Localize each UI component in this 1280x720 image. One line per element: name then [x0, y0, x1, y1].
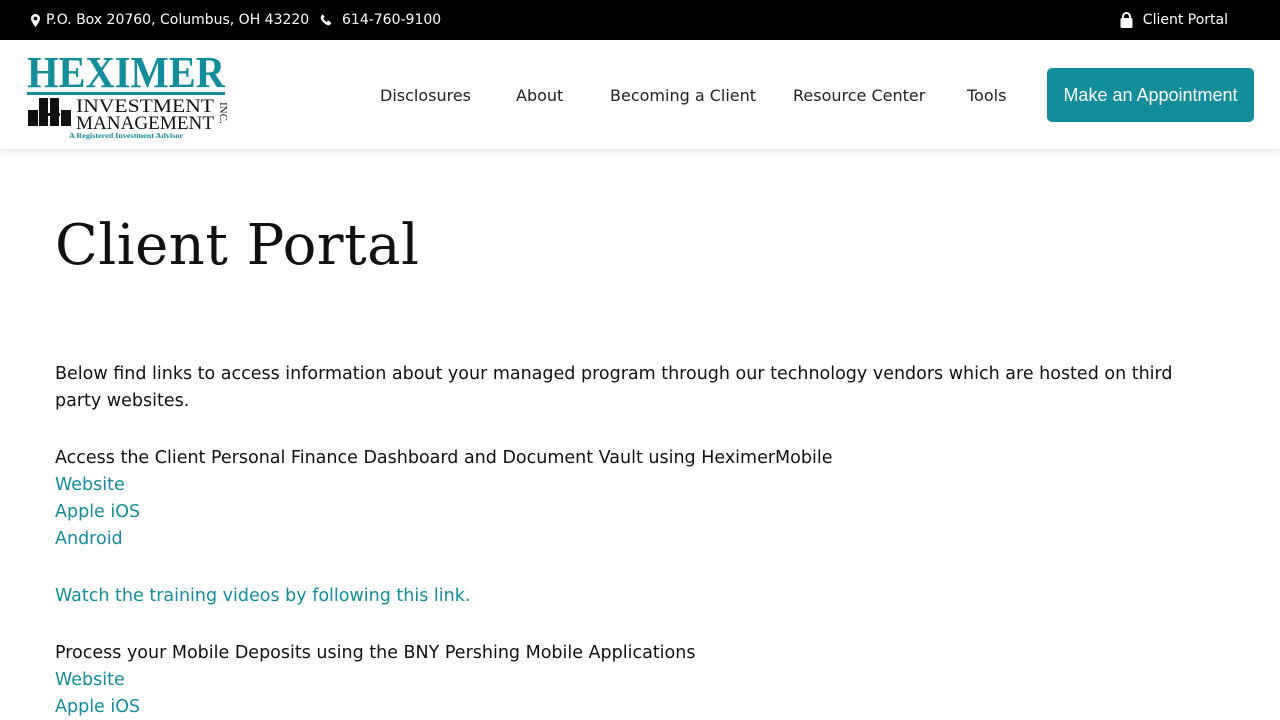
- section1-heading: Access the Client Personal Finance Dashb…: [55, 448, 833, 468]
- section2-heading: Process your Mobile Deposits using the B…: [55, 643, 696, 663]
- logo-inc: INC.: [217, 102, 228, 124]
- site-header: HEXIMER INVESTMENT MANAGEMENT INC. A Reg…: [0, 40, 1280, 149]
- map-pin-icon: [31, 13, 40, 27]
- nav-resource-center[interactable]: Resource Center: [793, 86, 925, 105]
- client-portal-label[interactable]: Client Portal: [1143, 12, 1228, 28]
- top-bar: P.O. Box 20760, Columbus, OH 43220 614-7…: [0, 0, 1280, 40]
- phone-icon: [320, 14, 332, 26]
- heximermobile-android-link[interactable]: Android: [55, 526, 123, 553]
- nav-disclosures[interactable]: Disclosures: [380, 86, 471, 105]
- logo-line1: HEXIMER: [27, 50, 226, 97]
- client-portal-link[interactable]: Client Portal: [1120, 0, 1228, 40]
- intro-text: Below find links to access information a…: [55, 364, 1173, 411]
- page-title: Client Portal: [55, 213, 420, 278]
- lock-icon: [1120, 12, 1133, 28]
- nav-becoming-a-client[interactable]: Becoming a Client: [610, 86, 756, 105]
- training-videos-link[interactable]: Watch the training videos by following t…: [55, 583, 470, 610]
- logo-tagline: A Registered Investment Advisor: [69, 131, 184, 140]
- nav-about[interactable]: About: [516, 86, 563, 105]
- nav-tools[interactable]: Tools: [967, 86, 1006, 105]
- heximermobile-ios-link[interactable]: Apple iOS: [55, 499, 140, 526]
- address-text: P.O. Box 20760, Columbus, OH 43220: [46, 12, 310, 28]
- phone-block[interactable]: 614-760-9100: [320, 0, 441, 40]
- make-appointment-button[interactable]: Make an Appointment: [1047, 68, 1254, 122]
- heximermobile-website-link[interactable]: Website: [55, 472, 125, 499]
- address-block: P.O. Box 20760, Columbus, OH 43220: [31, 0, 309, 40]
- phone-text[interactable]: 614-760-9100: [342, 12, 441, 28]
- pershing-website-link[interactable]: Website: [55, 667, 125, 694]
- heximer-logo[interactable]: HEXIMER INVESTMENT MANAGEMENT INC. A Reg…: [26, 48, 229, 140]
- pershing-ios-link[interactable]: Apple iOS: [55, 694, 140, 720]
